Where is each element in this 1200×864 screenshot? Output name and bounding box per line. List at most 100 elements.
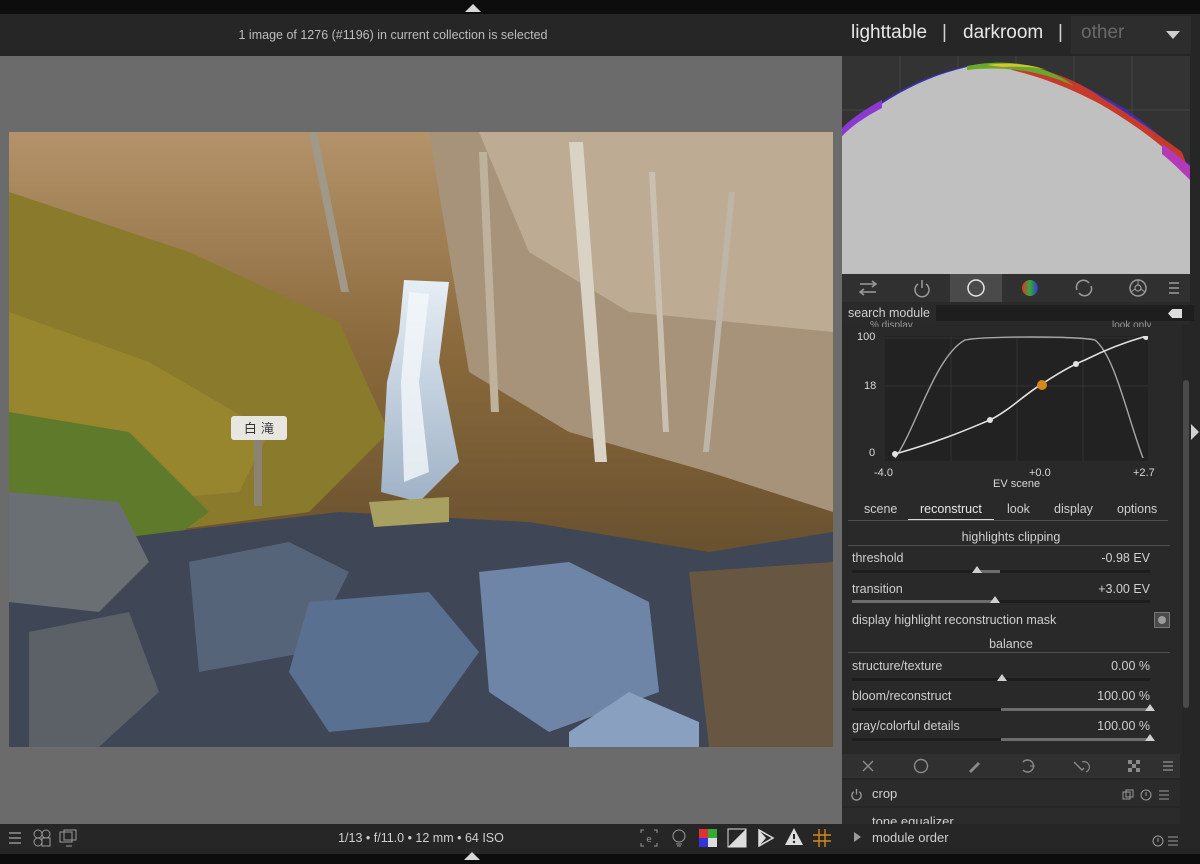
blend-mask-toolbar bbox=[842, 754, 1180, 778]
reset-parameters-icon[interactable] bbox=[1140, 786, 1152, 805]
mask-toggle-button[interactable] bbox=[1154, 612, 1170, 628]
view-separator: | bbox=[1058, 22, 1063, 43]
raster-mask-icon[interactable] bbox=[1122, 754, 1146, 778]
module-order-presets-icon[interactable] bbox=[1168, 832, 1178, 851]
section-balance: balance bbox=[989, 637, 1033, 651]
drawn-parametric-icon[interactable] bbox=[1070, 754, 1094, 778]
mask-icon bbox=[1158, 616, 1166, 624]
histogram-plot bbox=[842, 56, 1190, 275]
module-header-tone-equalizer[interactable]: tone equalizer bbox=[842, 808, 1180, 824]
tabs-divider bbox=[848, 520, 1168, 521]
color-assessment-icon[interactable] bbox=[698, 828, 718, 852]
multi-instance-icon[interactable] bbox=[1122, 786, 1134, 805]
chevron-down-icon[interactable] bbox=[1166, 31, 1180, 39]
transition-slider-fill bbox=[852, 600, 995, 603]
active-modules-icon[interactable] bbox=[896, 274, 948, 302]
gray-colorful-slider[interactable] bbox=[852, 738, 1150, 741]
module-name-tone-equalizer: tone equalizer bbox=[872, 814, 954, 824]
structure-texture-label: structure/texture bbox=[852, 659, 943, 673]
bottom-toolbar: 1/13 • f/11.0 • 12 mm • 64 ISO e bbox=[0, 824, 842, 854]
reset-module-order-icon[interactable] bbox=[1152, 832, 1164, 851]
guides-icon[interactable] bbox=[813, 828, 831, 852]
module-name-crop: crop bbox=[872, 786, 898, 801]
structure-texture-value[interactable]: 0.00 % bbox=[1111, 659, 1150, 673]
waterfall-photo: 白 滝 bbox=[9, 132, 833, 747]
section-divider bbox=[848, 652, 1170, 653]
collapse-right-panel-icon[interactable] bbox=[1191, 424, 1199, 440]
svg-text:e: e bbox=[646, 835, 652, 845]
module-power-icon[interactable] bbox=[850, 786, 863, 805]
x-tick-max: +2.7 bbox=[1133, 467, 1155, 479]
tab-display[interactable]: display bbox=[1054, 502, 1093, 516]
filmic-curve-plot bbox=[885, 334, 1149, 461]
styles-icon[interactable] bbox=[32, 828, 52, 852]
transition-slider-handle[interactable] bbox=[990, 596, 1000, 603]
brush-icon[interactable] bbox=[962, 754, 986, 778]
curve-node-toe[interactable] bbox=[987, 417, 993, 423]
section-divider bbox=[848, 545, 1170, 546]
hamburger-menu-icon[interactable] bbox=[8, 830, 22, 850]
effect-group-icon[interactable] bbox=[1112, 274, 1164, 302]
histogram[interactable] bbox=[842, 56, 1190, 275]
filmic-curve-graph[interactable] bbox=[885, 334, 1149, 461]
circle-mask-icon[interactable] bbox=[909, 754, 933, 778]
view-darkroom[interactable]: darkroom bbox=[963, 22, 1043, 44]
second-window-icon[interactable] bbox=[58, 828, 78, 852]
tab-options[interactable]: options bbox=[1117, 502, 1157, 516]
graph-top-left-label: % display bbox=[870, 320, 913, 327]
gray-colorful-value[interactable]: 100.00 % bbox=[1097, 719, 1150, 733]
softproof-icon[interactable] bbox=[727, 828, 747, 852]
base-group-icon[interactable] bbox=[950, 274, 1002, 302]
parametric-mask-icon[interactable] bbox=[1016, 754, 1040, 778]
x-axis-title: EV scene bbox=[993, 478, 1041, 490]
threshold-label: threshold bbox=[852, 551, 904, 565]
bulb-icon[interactable] bbox=[670, 828, 688, 852]
svg-text:白 滝: 白 滝 bbox=[244, 421, 274, 437]
selection-info: 1 image of 1276 (#1196) in current colle… bbox=[238, 28, 548, 42]
transition-slider[interactable] bbox=[852, 600, 1150, 603]
gray-colorful-slider-handle[interactable] bbox=[1145, 734, 1155, 741]
warning-icon[interactable] bbox=[784, 827, 804, 851]
mask-toggle-label: display highlight reconstruction mask bbox=[852, 613, 1057, 627]
curve-node-grey[interactable] bbox=[1037, 380, 1047, 390]
expand-arrow-icon[interactable] bbox=[854, 832, 861, 842]
focus-peaking-icon[interactable]: e bbox=[639, 828, 659, 852]
tab-look[interactable]: look bbox=[1007, 502, 1030, 516]
gray-colorful-slider-fill bbox=[1001, 738, 1150, 741]
tab-reconstruct[interactable]: reconstruct bbox=[920, 502, 982, 516]
collapse-bottom-panel-icon[interactable] bbox=[464, 852, 480, 860]
threshold-slider-handle[interactable] bbox=[972, 566, 982, 573]
graph-top-right-label: look only bbox=[1112, 320, 1152, 327]
y-tick-0: 0 bbox=[869, 447, 876, 459]
module-header-crop[interactable]: crop bbox=[842, 780, 1180, 806]
collapse-top-panel-icon[interactable] bbox=[465, 4, 481, 12]
view-lighttable[interactable]: lighttable bbox=[851, 22, 927, 44]
bloom-reconstruct-value[interactable]: 100.00 % bbox=[1097, 689, 1150, 703]
curve-node-shoulder[interactable] bbox=[1073, 361, 1079, 367]
bloom-reconstruct-slider-fill bbox=[1001, 708, 1150, 711]
bottom-panel-toggle-strip bbox=[0, 852, 1200, 864]
quick-access-icon[interactable] bbox=[842, 274, 894, 302]
bloom-reconstruct-label: bloom/reconstruct bbox=[852, 689, 952, 703]
transition-value[interactable]: +3.00 EV bbox=[1098, 582, 1150, 596]
tab-scene[interactable]: scene bbox=[864, 502, 897, 516]
bloom-reconstruct-slider[interactable] bbox=[852, 708, 1150, 711]
search-module-input[interactable] bbox=[936, 305, 1194, 321]
curve-node-black[interactable] bbox=[892, 451, 898, 457]
reset-icon[interactable] bbox=[856, 754, 880, 778]
threshold-slider[interactable] bbox=[852, 570, 1150, 573]
presets-icon[interactable] bbox=[1158, 786, 1170, 805]
correct-group-icon[interactable] bbox=[1058, 274, 1110, 302]
structure-texture-slider-handle[interactable] bbox=[997, 674, 1007, 681]
bloom-reconstruct-slider-handle[interactable] bbox=[1145, 704, 1155, 711]
y-tick-100: 100 bbox=[857, 331, 876, 343]
view-other[interactable]: other bbox=[1081, 22, 1124, 44]
threshold-value[interactable]: -0.98 EV bbox=[1101, 551, 1150, 565]
color-group-icon[interactable] bbox=[1004, 274, 1056, 302]
gamut-check-icon[interactable] bbox=[757, 828, 775, 852]
module-order-row[interactable]: module order bbox=[842, 824, 1180, 852]
right-panel-scrollbar[interactable] bbox=[1183, 380, 1189, 708]
menu-icon[interactable] bbox=[1160, 754, 1176, 778]
presets-menu-icon[interactable] bbox=[1158, 274, 1190, 302]
photo-preview[interactable]: 白 滝 bbox=[9, 132, 833, 747]
